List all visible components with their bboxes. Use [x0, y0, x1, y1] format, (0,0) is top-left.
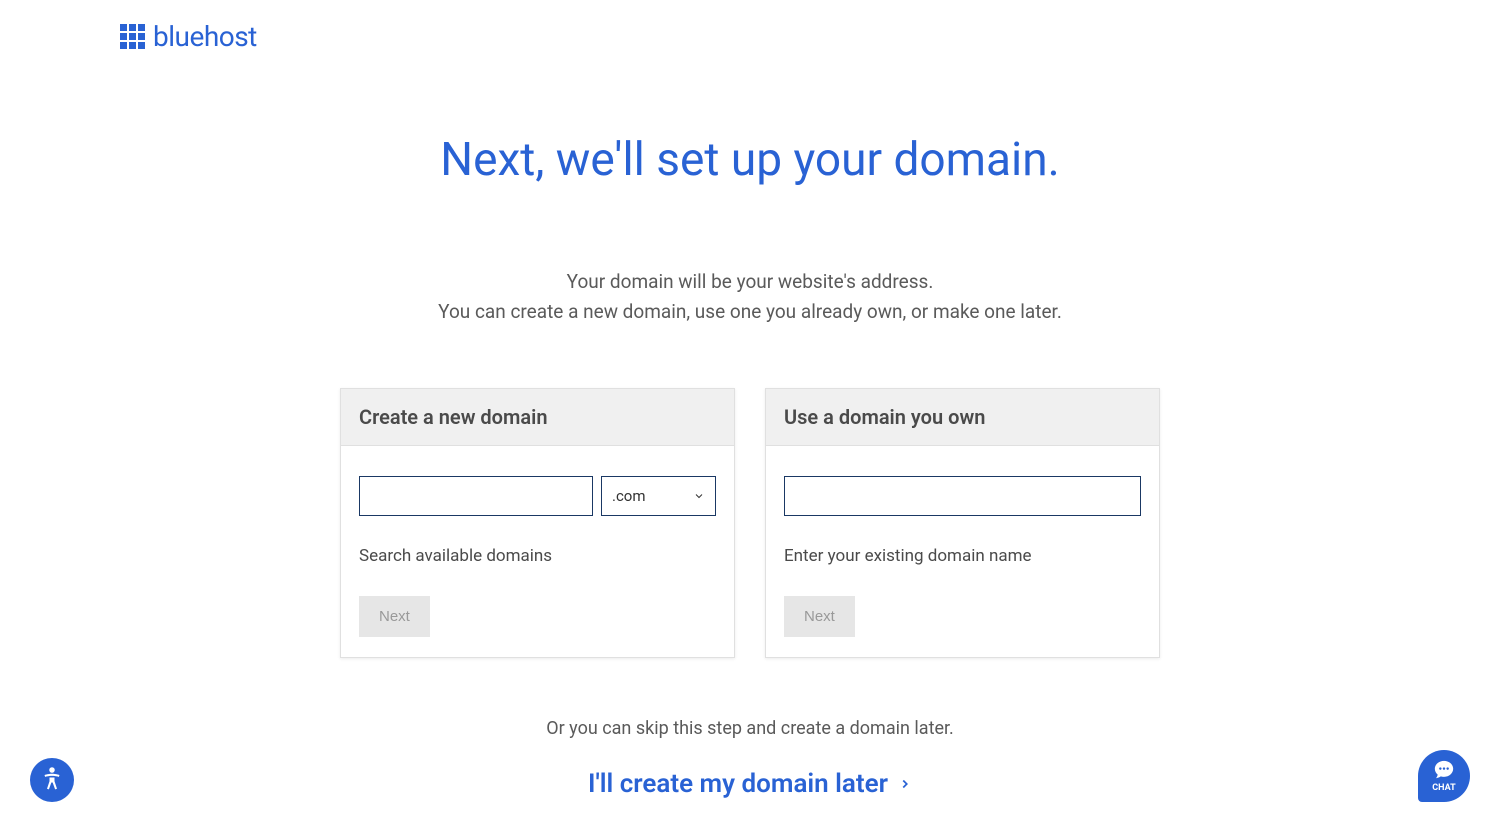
- create-domain-input-row: .com: [359, 476, 716, 516]
- accessibility-button[interactable]: [30, 758, 74, 802]
- own-domain-title: Use a domain you own: [784, 405, 1141, 429]
- brand-logo[interactable]: bluehost: [120, 20, 1500, 53]
- skip-link-label: I'll create my domain later: [588, 769, 888, 799]
- chevron-down-icon: [693, 490, 705, 502]
- own-domain-helper: Enter your existing domain name: [784, 546, 1141, 566]
- own-domain-next-button[interactable]: Next: [784, 596, 855, 637]
- tld-select[interactable]: .com: [601, 476, 716, 516]
- subtitle-line-2: You can create a new domain, use one you…: [0, 297, 1500, 327]
- create-domain-helper: Search available domains: [359, 546, 716, 566]
- create-domain-card: Create a new domain .com Search availabl…: [340, 388, 735, 658]
- tld-selected-value: .com: [612, 487, 646, 505]
- own-domain-card-header: Use a domain you own: [766, 389, 1159, 446]
- subtitle-line-1: Your domain will be your website's addre…: [0, 267, 1500, 297]
- accessibility-icon: [37, 765, 67, 795]
- new-domain-input[interactable]: [359, 476, 593, 516]
- create-domain-body: .com Search available domains Next: [341, 446, 734, 657]
- skip-text: Or you can skip this step and create a d…: [0, 718, 1500, 739]
- own-domain-body: Enter your existing domain name Next: [766, 446, 1159, 657]
- create-domain-title: Create a new domain: [359, 405, 716, 429]
- existing-domain-input[interactable]: [784, 476, 1141, 516]
- main-content: Next, we'll set up your domain. Your dom…: [0, 53, 1500, 799]
- brand-name: bluehost: [153, 20, 257, 53]
- cards-container: Create a new domain .com Search availabl…: [0, 388, 1500, 658]
- page-title: Next, we'll set up your domain.: [0, 133, 1500, 187]
- skip-domain-link[interactable]: I'll create my domain later: [588, 769, 912, 799]
- logo-grid-icon: [120, 24, 145, 49]
- subtitle: Your domain will be your website's addre…: [0, 267, 1500, 328]
- chat-button[interactable]: CHAT: [1418, 750, 1470, 802]
- create-domain-next-button[interactable]: Next: [359, 596, 430, 637]
- chevron-right-icon: [898, 777, 912, 791]
- chat-label: CHAT: [1432, 783, 1455, 793]
- create-domain-card-header: Create a new domain: [341, 389, 734, 446]
- own-domain-card: Use a domain you own Enter your existing…: [765, 388, 1160, 658]
- header: bluehost: [0, 0, 1500, 53]
- chat-icon: [1433, 759, 1455, 781]
